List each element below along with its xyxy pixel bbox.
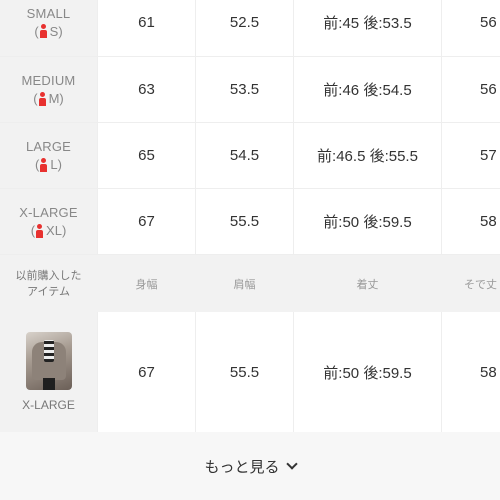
chevron-down-icon bbox=[285, 458, 298, 470]
value-cell: 54.5 bbox=[196, 123, 294, 188]
value-cell: 前:50 後:59.5 bbox=[294, 189, 442, 254]
value-cell: 55.5 bbox=[196, 189, 294, 254]
size-row-medium: MEDIUM (M) 63 53.5 前:46 後:54.5 56 bbox=[0, 57, 500, 123]
value-cell: 61 bbox=[98, 0, 196, 56]
value-cell: 58 bbox=[480, 213, 497, 230]
value-cell: 前:45 後:53.5 bbox=[294, 0, 442, 56]
value-cell: 前:50 後:59.5 bbox=[294, 312, 442, 432]
size-code: (XL) bbox=[30, 223, 67, 238]
previously-purchased-label: 以前購入した アイテム bbox=[15, 269, 82, 298]
show-more-button[interactable]: もっと見る bbox=[204, 456, 298, 477]
size-label-cell: MEDIUM (M) bbox=[0, 57, 98, 122]
size-row-xlarge: X-LARGE (XL) 67 55.5 前:50 後:59.5 58 bbox=[0, 189, 500, 255]
show-more-bar: もっと見る bbox=[0, 432, 500, 500]
person-icon bbox=[39, 24, 48, 38]
show-more-label: もっと見る bbox=[204, 458, 280, 476]
size-code: (S) bbox=[34, 23, 63, 39]
person-icon bbox=[39, 157, 48, 172]
size-name: X-LARGE bbox=[19, 205, 78, 220]
value-cell: 56 bbox=[480, 81, 497, 98]
value-cell: 58 bbox=[480, 363, 497, 381]
size-name: MEDIUM bbox=[21, 73, 76, 88]
size-label-cell: SMALL (S) bbox=[0, 0, 98, 56]
value-cell: 前:46.5 後:55.5 bbox=[294, 123, 442, 188]
value-cell: 67 bbox=[98, 189, 196, 254]
purchased-size-label: X-LARGE bbox=[22, 398, 75, 412]
person-icon bbox=[35, 223, 44, 238]
size-label-cell: LARGE (L) bbox=[0, 123, 98, 188]
size-name: SMALL bbox=[26, 5, 71, 21]
column-header-body-width: 身幅 bbox=[98, 255, 196, 312]
size-code: (L) bbox=[35, 157, 62, 172]
history-header-row: 以前購入した アイテム 身幅 肩幅 着丈 そで丈 bbox=[0, 255, 500, 312]
history-header-label: 以前購入した アイテム bbox=[0, 255, 98, 312]
column-header-sleeve: そで丈 bbox=[442, 255, 500, 312]
value-cell: 65 bbox=[98, 123, 196, 188]
value-cell: 63 bbox=[98, 57, 196, 122]
column-header-length: 着丈 bbox=[294, 255, 442, 312]
size-code: (M) bbox=[33, 91, 64, 106]
product-thumbnail[interactable] bbox=[25, 332, 72, 390]
size-row-large: LARGE (L) 65 54.5 前:46.5 後:55.5 57 bbox=[0, 123, 500, 189]
value-cell: 52.5 bbox=[196, 0, 294, 56]
value-cell: 56 bbox=[480, 13, 497, 31]
value-cell: 67 bbox=[98, 312, 196, 432]
purchased-item-row: X-LARGE 67 55.5 前:50 後:59.5 58 bbox=[0, 312, 500, 432]
value-cell: 55.5 bbox=[196, 312, 294, 432]
column-header-shoulder-width: 肩幅 bbox=[196, 255, 294, 312]
purchased-item-thumb-cell[interactable]: X-LARGE bbox=[0, 312, 98, 432]
person-icon bbox=[38, 91, 47, 106]
size-name: LARGE bbox=[25, 139, 72, 154]
size-label-cell: X-LARGE (XL) bbox=[0, 189, 98, 254]
value-cell: 前:46 後:54.5 bbox=[294, 57, 442, 122]
value-cell: 57 bbox=[480, 147, 497, 164]
size-row-small: SMALL (S) 61 52.5 前:45 後:53.5 56 bbox=[0, 0, 500, 57]
value-cell: 53.5 bbox=[196, 57, 294, 122]
